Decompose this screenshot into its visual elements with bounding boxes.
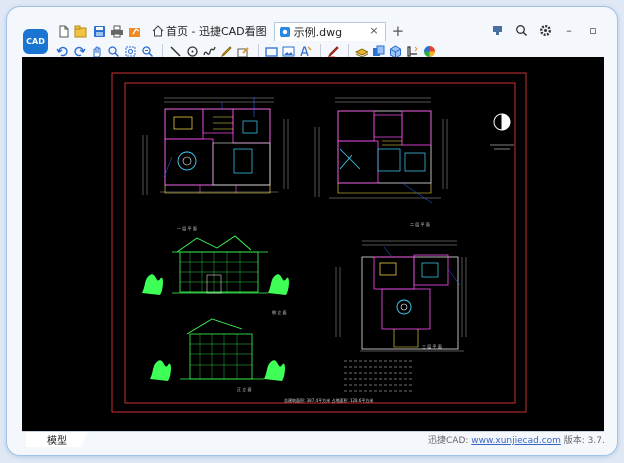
share-icon[interactable] (127, 23, 143, 39)
tab-model[interactable]: 模型 (26, 432, 88, 447)
second-floor-plan (314, 97, 448, 204)
plan-label-2: 二 层 平 面 (410, 221, 430, 227)
zoom-icon[interactable] (513, 22, 529, 38)
tab-home-label: 首页 - 迅捷CAD看图 (166, 25, 267, 38)
elevation-label-0: 正 立 面 (237, 386, 252, 392)
settings-icon[interactable] (537, 22, 553, 38)
app-window: CAD 首页 - 迅捷CAD看图 示例.dwg × + – ▫ 一 层 平 面 … (6, 6, 618, 456)
tab-drawing[interactable]: 示例.dwg × (273, 21, 386, 41)
print-icon[interactable] (109, 23, 125, 39)
status-bar: 模型 迅捷CAD: www.xunjiecad.com 版本: 3.7.0 (22, 431, 604, 448)
toolbar-separator (258, 44, 259, 58)
cad-drawing: 一 层 平 面 二 层 平 面 侧 立 面 正 立 面 三 层 平 面 总建筑面… (111, 72, 527, 413)
fullscreen-icon[interactable] (489, 22, 505, 38)
info-prefix: 迅捷CAD: (428, 436, 472, 446)
toolbar-separator (320, 44, 321, 58)
version-info: 迅捷CAD: www.xunjiecad.com 版本: 3.7.0 (428, 433, 604, 446)
add-tab-button[interactable]: + (392, 22, 405, 40)
new-file-icon[interactable] (55, 23, 71, 39)
title-bar: 首页 - 迅捷CAD看图 示例.dwg × + (55, 21, 404, 41)
website-link[interactable]: www.xunjiecad.com (471, 436, 561, 446)
elevation-label-1: 侧 立 面 (272, 309, 287, 315)
tab-drawing-label: 示例.dwg (293, 25, 343, 39)
north-arrow (490, 113, 514, 150)
model-tab-label: 模型 (47, 436, 67, 447)
app-logo-text: CAD (26, 37, 45, 46)
notes-table (344, 360, 414, 392)
sheet-inner-border (124, 82, 516, 404)
toolbar-separator (348, 44, 349, 58)
area-summary-text: 总建筑面积: 387.4平方米 占地面积: 128.6平方米 (284, 397, 373, 403)
third-floor-plan (335, 240, 467, 352)
tab-close-button[interactable]: × (369, 24, 378, 37)
plan-label-1: 一 层 平 面 (177, 225, 197, 231)
minimize-icon[interactable]: – (561, 22, 577, 38)
maximize-icon[interactable]: ▫ (585, 22, 601, 38)
side-elevation (150, 318, 285, 381)
toolbar-separator (162, 44, 163, 58)
front-elevation (142, 235, 289, 295)
app-logo[interactable]: CAD (23, 29, 48, 54)
drawing-canvas[interactable]: 一 层 平 面 二 层 平 面 侧 立 面 正 立 面 三 层 平 面 总建筑面… (22, 57, 604, 431)
version-text: 版本: 3.7.0 (563, 436, 604, 446)
open-file-icon[interactable] (73, 23, 89, 39)
plan-label-3: 三 层 平 面 (422, 343, 442, 349)
first-floor-plan (142, 97, 289, 195)
save-icon[interactable] (91, 23, 107, 39)
window-controls: – ▫ (483, 22, 603, 38)
dwg-file-icon (279, 26, 290, 37)
home-icon (152, 25, 164, 37)
tab-home[interactable]: 首页 - 迅捷CAD看图 (148, 22, 271, 40)
